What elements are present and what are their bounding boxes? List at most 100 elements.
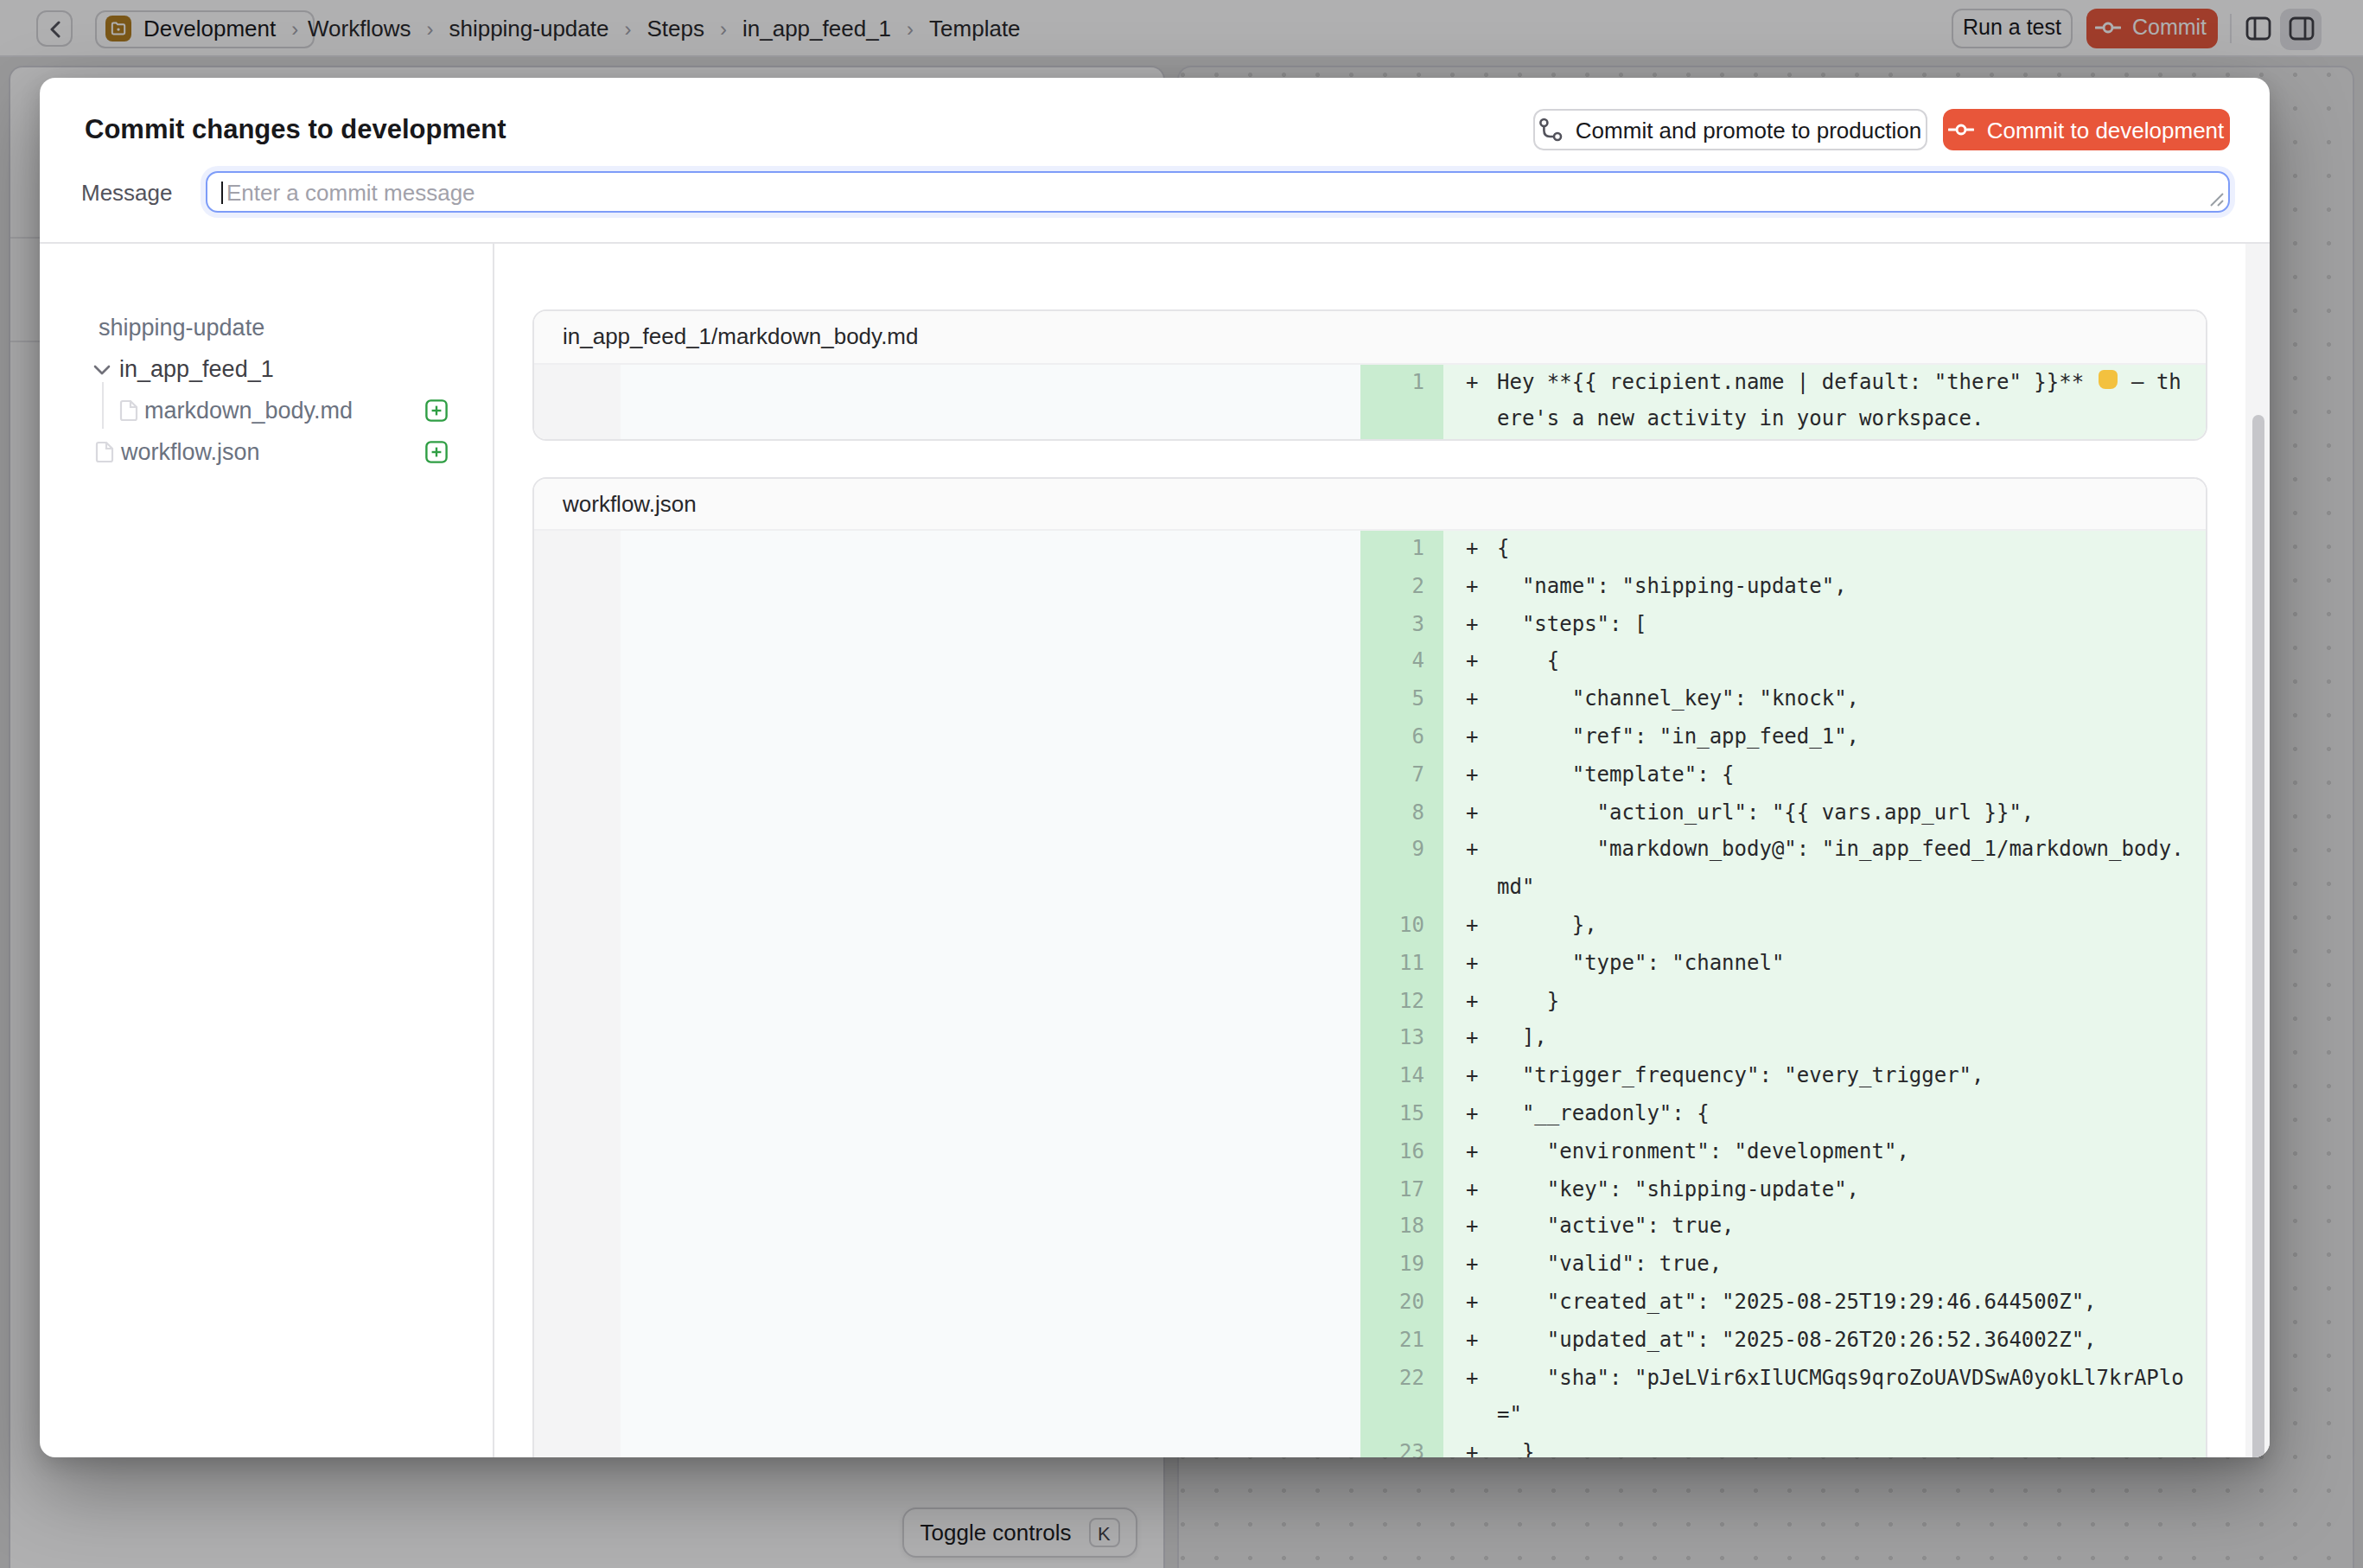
commit-message-input[interactable]: Enter a commit message xyxy=(206,171,2230,213)
diff-added-sign: + xyxy=(1443,1284,1497,1323)
diff-new-content: +Hey **{{ recipient.name | default: "the… xyxy=(1443,364,2205,439)
diff-body: 1234567891011121314151617181920212223 +{… xyxy=(533,531,2205,1457)
diff-added-sign: + xyxy=(1443,1021,1497,1059)
diff-line-number: 19 xyxy=(1360,1246,1443,1284)
diff-line-number: 10 xyxy=(1360,908,1443,946)
diff-line: + ], xyxy=(1443,1021,2205,1059)
diff-line-text: "markdown_body@": "in_app_feed_1/markdow… xyxy=(1497,832,2184,870)
diff-line-text: "active": true, xyxy=(1497,1209,1735,1247)
diff-line: + "steps": [ xyxy=(1443,606,2205,644)
diff-new-gutter: 1 xyxy=(1360,364,1443,439)
diff-line-number: 2 xyxy=(1360,569,1443,607)
changed-files-tree: shipping-update in_app_feed_1 markdown_b… xyxy=(40,244,494,1457)
diff-line: + "name": "shipping-update", xyxy=(1443,569,2205,607)
diff-body: 1 +Hey **{{ recipient.name | default: "t… xyxy=(533,364,2205,439)
diff-card-workflow-json: workflow.json 12345678910111213141516171… xyxy=(532,476,2207,1457)
diff-line-text: Hey **{{ recipient.name | default: "ther… xyxy=(1497,364,2181,402)
diff-line-number: 18 xyxy=(1360,1209,1443,1247)
diff-line-text: "name": "shipping-update", xyxy=(1497,569,1847,607)
diff-added-sign: + xyxy=(1443,1246,1497,1284)
resize-grip-icon[interactable] xyxy=(2209,192,2225,207)
diff-added-sign: + xyxy=(1443,1171,1497,1209)
diff-line: + "action_url": "{{ vars.app_url }}", xyxy=(1443,794,2205,832)
diff-line-number xyxy=(1360,1398,1443,1436)
diff-line-text: ere's a new activity in your workspace. xyxy=(1497,402,1984,440)
diff-added-sign: + xyxy=(1443,1435,1497,1457)
diff-added-sign: + xyxy=(1443,794,1497,832)
diff-line: + "ref": "in_app_feed_1", xyxy=(1443,719,2205,757)
promote-icon xyxy=(1539,118,1564,142)
diff-card-header: in_app_feed_1/markdown_body.md xyxy=(533,311,2205,364)
diff-new-content: +{+ "name": "shipping-update",+ "steps":… xyxy=(1443,531,2205,1457)
diff-line-number: 9 xyxy=(1360,832,1443,870)
diff-line-number: 4 xyxy=(1360,644,1443,682)
diff-line-text: }, xyxy=(1497,908,1597,946)
add-file-icon[interactable] xyxy=(425,399,448,422)
tree-file-workflow-json[interactable]: workflow.json xyxy=(95,431,260,473)
diff-card-markdown-body: in_app_feed_1/markdown_body.md 1 +Hey **… xyxy=(532,309,2207,441)
tree-file-label: markdown_body.md xyxy=(144,398,353,424)
diff-line: + "channel_key": "knock", xyxy=(1443,681,2205,719)
diff-line-text: "key": "shipping-update", xyxy=(1497,1171,1859,1209)
diff-added-sign: + xyxy=(1443,1134,1497,1172)
diff-line-text: { xyxy=(1497,531,1509,569)
diff-line-text: "channel_key": "knock", xyxy=(1497,681,1859,719)
diff-line-text: "template": { xyxy=(1497,757,1735,795)
diff-added-sign: + xyxy=(1443,606,1497,644)
diff-line-text: "valid": true, xyxy=(1497,1246,1722,1284)
diff-line-number: 3 xyxy=(1360,606,1443,644)
modal-title: Commit changes to development xyxy=(85,114,506,145)
diff-line-text: { xyxy=(1497,644,1559,682)
diff-line-number: 15 xyxy=(1360,1096,1443,1134)
tree-file-label: workflow.json xyxy=(121,439,260,465)
diff-added-sign: + xyxy=(1443,908,1497,946)
diff-added-sign: + xyxy=(1443,757,1497,795)
chevron-down-icon xyxy=(93,364,111,374)
diff-line-number: 14 xyxy=(1360,1058,1443,1096)
diff-line-text: md" xyxy=(1497,870,1534,908)
diff-line: + "sha": "pJeLVir6xIlUCMGqs9qroZoUAVDSwA… xyxy=(1443,1360,2205,1398)
diff-added-sign xyxy=(1443,870,1497,908)
diff-line-text: ], xyxy=(1497,1021,1547,1059)
tree-root-label: shipping-update xyxy=(99,307,264,348)
add-file-icon[interactable] xyxy=(425,441,448,463)
tree-folder-in-app-feed[interactable]: in_app_feed_1 xyxy=(93,348,274,390)
diff-filename: workflow.json xyxy=(563,491,697,517)
diff-line-text: "ref": "in_app_feed_1", xyxy=(1497,719,1859,757)
diff-line: + }, xyxy=(1443,908,2205,946)
diff-old-content xyxy=(620,364,1360,439)
tree-file-markdown-body[interactable]: markdown_body.md xyxy=(118,390,353,431)
message-label: Message xyxy=(81,180,173,206)
diff-line: + "type": "channel" xyxy=(1443,946,2205,984)
diff-line: =" xyxy=(1443,1398,2205,1436)
diff-line: + "valid": true, xyxy=(1443,1246,2205,1284)
diff-added-sign: + xyxy=(1443,1058,1497,1096)
diff-added-sign: + xyxy=(1443,946,1497,984)
diff-line-number: 17 xyxy=(1360,1171,1443,1209)
diff-added-sign: + xyxy=(1443,983,1497,1021)
modal-scrollbar-track[interactable] xyxy=(2245,244,2270,1457)
diff-line-number: 13 xyxy=(1360,1021,1443,1059)
diff-line: + "trigger_frequency": "every_trigger", xyxy=(1443,1058,2205,1096)
diff-line-text: =" xyxy=(1497,1398,1522,1436)
diff-line-text: "steps": [ xyxy=(1497,606,1646,644)
wave-emoji xyxy=(2099,369,2118,388)
file-icon xyxy=(95,441,114,463)
diff-old-content xyxy=(620,531,1360,1457)
diff-line: + } xyxy=(1443,983,2205,1021)
diff-line-number: 16 xyxy=(1360,1134,1443,1172)
diff-line: +Hey **{{ recipient.name | default: "the… xyxy=(1443,364,2205,402)
diff-added-sign xyxy=(1443,402,1497,440)
diff-line-text: "type": "channel" xyxy=(1497,946,1784,984)
app-root: Development › Workflows›shipping-update›… xyxy=(0,0,2363,1568)
diff-card-header: workflow.json xyxy=(533,478,2205,531)
diff-old-gutter xyxy=(533,364,620,439)
diff-line-text: } xyxy=(1497,983,1559,1021)
modal-scrollbar-thumb[interactable] xyxy=(2252,415,2264,1457)
commit-and-promote-button[interactable]: Commit and promote to production xyxy=(1533,109,1927,150)
text-caret xyxy=(221,181,223,203)
commit-to-development-button[interactable]: Commit to development xyxy=(1943,109,2230,150)
diff-added-sign: + xyxy=(1443,1209,1497,1247)
diff-added-sign: + xyxy=(1443,719,1497,757)
tree-guide-line xyxy=(101,382,103,429)
